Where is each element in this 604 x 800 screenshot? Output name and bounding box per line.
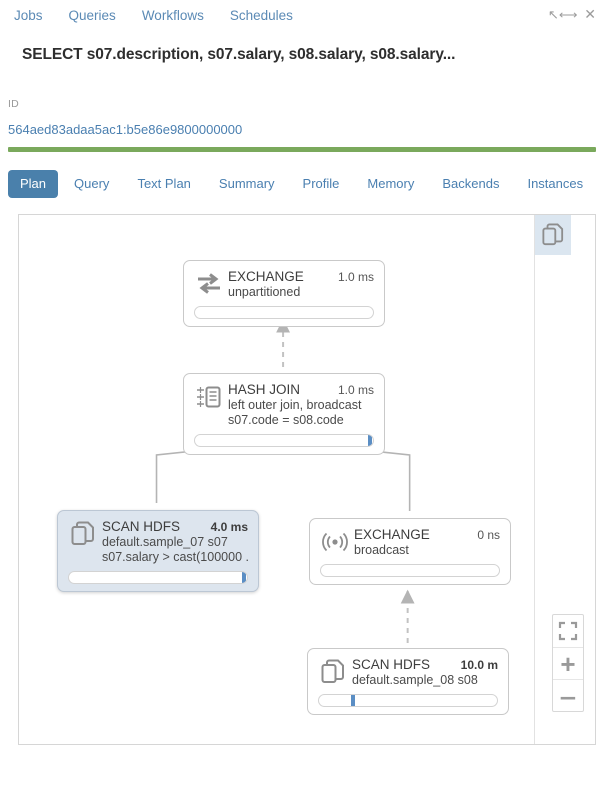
progress-marker <box>241 572 246 583</box>
plan-node-body: HASH JOIN 1.0 ms left outer join, broadc… <box>228 382 374 427</box>
plan-node-progress <box>320 564 500 577</box>
nav-item-jobs[interactable]: Jobs <box>14 8 43 24</box>
tab-plan[interactable]: Plan <box>8 170 59 198</box>
plan-node-exchange-broadcast[interactable]: EXCHANGE 0 ns broadcast <box>309 518 511 585</box>
plan-node-body: SCAN HDFS 4.0 ms default.sample_07 s07 s… <box>102 519 248 564</box>
plan-node-header: EXCHANGE 0 ns broadcast <box>320 527 500 557</box>
tab-backends[interactable]: Backends <box>430 170 511 198</box>
copy-icon[interactable] <box>535 215 571 255</box>
query-progress-bar <box>8 147 596 152</box>
plan-node-detail-2: s07.salary > cast(100000 ... <box>102 550 248 564</box>
plan-side-divider <box>534 215 535 744</box>
plan-node-title: SCAN HDFS <box>352 657 431 672</box>
top-navigation: Jobs Queries Workflows Schedules ⟷↗ ✕ <box>0 0 604 34</box>
plan-node-detail: unpartitioned <box>228 285 301 299</box>
plan-node-header: HASH JOIN 1.0 ms left outer join, broadc… <box>194 382 374 427</box>
scan-hdfs-icon <box>318 657 348 687</box>
plan-node-title: HASH JOIN <box>228 382 301 397</box>
window-controls: ⟷↗ ✕ <box>548 6 596 23</box>
plan-node-exchange-unpartitioned[interactable]: EXCHANGE 1.0 ms unpartitioned <box>183 260 385 327</box>
plan-node-scan-hdfs-s08[interactable]: SCAN HDFS 10.0 m default.sample_08 s08 <box>307 648 509 715</box>
plan-node-time: 1.0 ms <box>337 270 374 284</box>
plan-node-detail-2: s07.code = s08.code <box>228 413 344 427</box>
progress-marker <box>351 695 356 706</box>
tab-bar: Plan Query Text Plan Summary Profile Mem… <box>8 170 604 198</box>
query-id-block: ID 564aed83adaa5ac1:b5e86e9800000000 <box>8 98 604 137</box>
tab-instances[interactable]: Instances <box>515 170 595 198</box>
query-id-label: ID <box>8 98 19 110</box>
plan-node-title-row: EXCHANGE 0 ns <box>354 527 500 542</box>
scan-hdfs-icon <box>68 519 98 549</box>
zoom-out-button[interactable]: ‒ <box>553 679 583 711</box>
query-plan-canvas[interactable]: EXCHANGE 1.0 ms unpartitioned HASH JOIN <box>18 214 596 745</box>
plan-node-time: 10.0 m <box>460 658 498 672</box>
hash-join-icon <box>194 382 224 412</box>
plan-node-progress <box>194 306 374 319</box>
tab-query[interactable]: Query <box>62 170 121 198</box>
plan-node-title-row: HASH JOIN 1.0 ms <box>228 382 374 397</box>
expand-icon[interactable]: ⟷↗ <box>548 7 578 23</box>
nav-item-schedules[interactable]: Schedules <box>230 8 293 24</box>
plan-node-body: EXCHANGE 1.0 ms unpartitioned <box>228 269 374 299</box>
plan-node-title-row: SCAN HDFS 10.0 m <box>352 657 498 672</box>
plan-node-progress <box>68 571 248 584</box>
plan-node-time: 0 ns <box>477 528 500 542</box>
tab-memory[interactable]: Memory <box>355 170 426 198</box>
plan-node-time: 4.0 ms <box>210 520 248 534</box>
plan-node-title: EXCHANGE <box>228 269 304 284</box>
plan-node-scan-hdfs-s07[interactable]: SCAN HDFS 4.0 ms default.sample_07 s07 s… <box>57 510 259 592</box>
plan-node-progress <box>318 694 498 707</box>
plan-node-hash-join[interactable]: HASH JOIN 1.0 ms left outer join, broadc… <box>183 373 385 455</box>
close-icon[interactable]: ✕ <box>584 6 596 23</box>
nav-item-workflows[interactable]: Workflows <box>142 8 204 24</box>
page-title: SELECT s07.description, s07.salary, s08.… <box>22 46 456 63</box>
tab-profile[interactable]: Profile <box>291 170 352 198</box>
progress-marker <box>367 435 372 446</box>
plan-node-header: EXCHANGE 1.0 ms unpartitioned <box>194 269 374 299</box>
tab-summary[interactable]: Summary <box>207 170 287 198</box>
plan-node-detail: broadcast <box>354 543 409 557</box>
plan-node-header: SCAN HDFS 10.0 m default.sample_08 s08 <box>318 657 498 687</box>
tab-text-plan[interactable]: Text Plan <box>125 170 202 198</box>
plan-node-body: EXCHANGE 0 ns broadcast <box>354 527 500 557</box>
query-id-value[interactable]: 564aed83adaa5ac1:b5e86e9800000000 <box>8 122 604 137</box>
plan-node-time: 1.0 ms <box>337 383 374 397</box>
plan-node-title-row: SCAN HDFS 4.0 ms <box>102 519 248 534</box>
plan-node-detail: default.sample_08 s08 <box>352 673 478 687</box>
exchange-arrows-icon <box>194 269 224 299</box>
plan-node-detail: left outer join, broadcast <box>228 398 362 412</box>
zoom-controls: + ‒ <box>552 614 584 712</box>
nav-item-queries[interactable]: Queries <box>69 8 116 24</box>
plan-node-detail: default.sample_07 s07 <box>102 535 228 549</box>
plan-node-title-row: EXCHANGE 1.0 ms <box>228 269 374 284</box>
plan-node-body: SCAN HDFS 10.0 m default.sample_08 s08 <box>352 657 498 687</box>
zoom-in-button[interactable]: + <box>553 647 583 679</box>
plan-node-progress <box>194 434 374 447</box>
plan-node-title: EXCHANGE <box>354 527 430 542</box>
broadcast-icon <box>320 527 350 557</box>
plan-node-title: SCAN HDFS <box>102 519 181 534</box>
fit-screen-icon[interactable] <box>553 615 583 647</box>
plan-node-header: SCAN HDFS 4.0 ms default.sample_07 s07 s… <box>68 519 248 564</box>
